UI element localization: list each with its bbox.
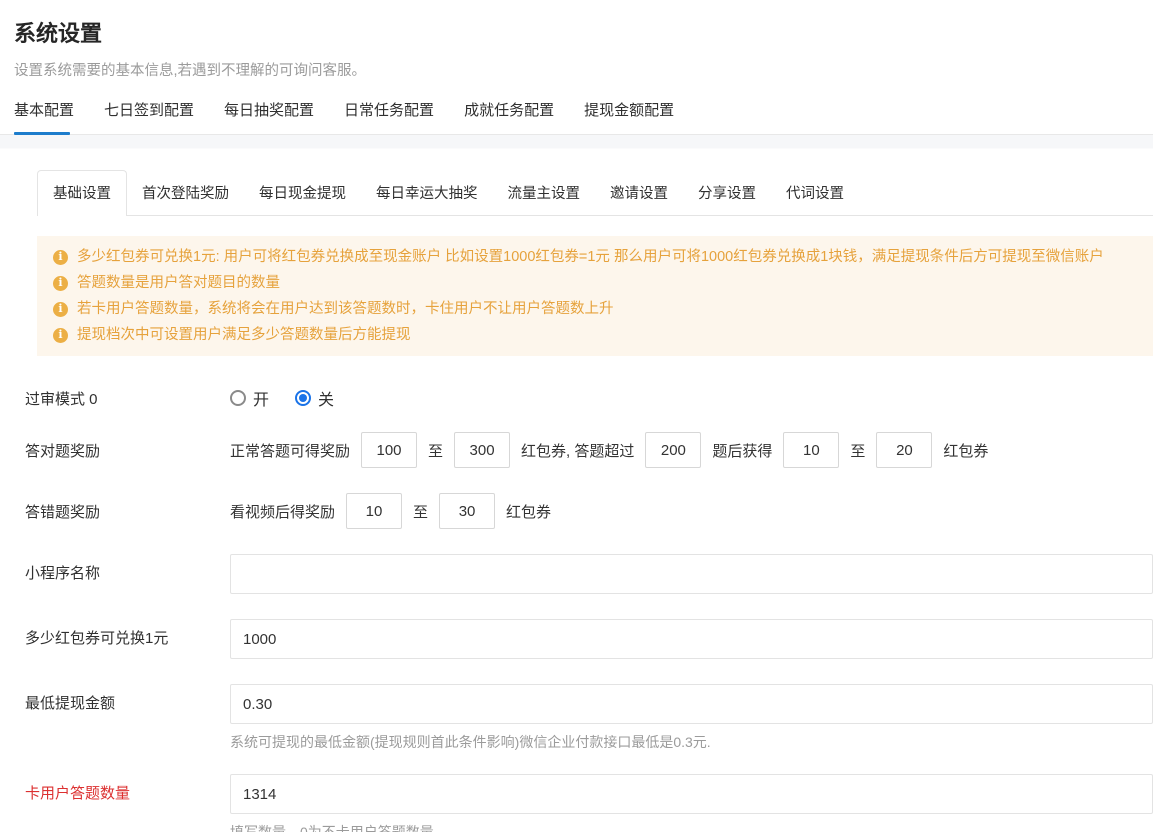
sub-tab-keyword-settings[interactable]: 代词设置 — [771, 171, 859, 215]
wrong-reward-max-input[interactable] — [439, 493, 495, 529]
form-row-min-withdraw: 最低提现金额 系统可提现的最低金额(提现规则首此条件影响)微信企业付款接口最低是… — [25, 684, 1153, 752]
sub-tab-bar: 基础设置 首次登陆奖励 每日现金提现 每日幸运大抽奖 流量主设置 邀请设置 分享… — [37, 170, 1153, 216]
info-icon: i — [53, 250, 68, 265]
form-row-correct-reward: 答对题奖励 正常答题可得奖励 至 红包券, 答题超过 题后获得 至 红包券 — [25, 432, 1153, 468]
correct-reward-prefix: 正常答题可得奖励 — [230, 440, 350, 461]
sub-tab-traffic-settings[interactable]: 流量主设置 — [493, 171, 596, 215]
top-tab-seven-day-signin[interactable]: 七日签到配置 — [104, 99, 194, 134]
top-tab-daily-lottery[interactable]: 每日抽奖配置 — [224, 99, 314, 134]
notice-text: 提现档次中可设置用户满足多少答题数量后方能提现 — [77, 322, 411, 348]
form-row-mini-program-name: 小程序名称 — [25, 554, 1153, 594]
coupon-per-yuan-label: 多少红包券可兑换1元 — [25, 619, 230, 648]
info-icon: i — [53, 328, 68, 343]
form-row-audit-mode: 过审模式 0 开 关 — [25, 380, 1153, 410]
block-count-input[interactable] — [230, 774, 1153, 814]
notice-line: i 答题数量是用户答对题目的数量 — [53, 270, 1135, 296]
correct-reward-mid-text: 红包券, 答题超过 — [521, 440, 634, 461]
top-tab-bar: 基本配置 七日签到配置 每日抽奖配置 日常任务配置 成就任务配置 提现金额配置 — [0, 99, 1153, 135]
mini-program-name-input[interactable] — [230, 554, 1153, 594]
settings-form: 过审模式 0 开 关 答对题奖励 正常答题可得奖励 至 红包券, 答题超过 — [0, 380, 1153, 832]
min-withdraw-input[interactable] — [230, 684, 1153, 724]
sub-tab-basic-settings[interactable]: 基础设置 — [37, 170, 127, 216]
notice-text: 若卡用户答题数量，系统将会在用户达到该答题数时，卡住用户不让用户答题数上升 — [77, 296, 614, 322]
audit-mode-radio-off[interactable]: 关 — [295, 386, 334, 410]
notice-line: i 多少红包券可兑换1元: 用户可将红包券兑换成至现金账户 比如设置1000红包… — [53, 244, 1135, 270]
block-count-help: 填写数量，0为不卡用户答题数量 — [230, 822, 1153, 832]
correct-reward-label: 答对题奖励 — [25, 432, 230, 461]
top-tab-daily-task[interactable]: 日常任务配置 — [344, 99, 434, 134]
notice-line: i 提现档次中可设置用户满足多少答题数量后方能提现 — [53, 322, 1135, 348]
wrong-reward-suffix: 红包券 — [506, 501, 551, 522]
correct-reward-mid2-text: 题后获得 — [712, 440, 772, 461]
min-withdraw-help: 系统可提现的最低金额(提现规则首此条件影响)微信企业付款接口最低是0.3元. — [230, 732, 1153, 752]
correct-reward-suffix: 红包券 — [943, 440, 988, 461]
section-divider-strip — [0, 135, 1153, 149]
top-tab-withdraw-amount[interactable]: 提现金额配置 — [584, 99, 674, 134]
info-icon: i — [53, 302, 68, 317]
sub-tab-daily-cash-withdraw[interactable]: 每日现金提现 — [244, 171, 361, 215]
range-to-text: 至 — [428, 440, 443, 461]
sub-tab-invite-settings[interactable]: 邀请设置 — [595, 171, 683, 215]
correct-reward-max-input[interactable] — [454, 432, 510, 468]
radio-checked-icon — [295, 390, 311, 406]
wrong-reward-min-input[interactable] — [346, 493, 402, 529]
form-row-wrong-reward: 答错题奖励 看视频后得奖励 至 红包券 — [25, 493, 1153, 529]
sub-tab-first-login-reward[interactable]: 首次登陆奖励 — [127, 171, 244, 215]
radio-on-label: 开 — [253, 386, 269, 410]
info-icon: i — [53, 276, 68, 291]
sub-tab-daily-lucky-draw[interactable]: 每日幸运大抽奖 — [361, 171, 493, 215]
radio-off-label: 关 — [318, 386, 334, 410]
notice-text: 答题数量是用户答对题目的数量 — [77, 270, 280, 296]
audit-mode-radio-on[interactable]: 开 — [230, 386, 269, 410]
coupon-per-yuan-input[interactable] — [230, 619, 1153, 659]
top-tab-achievement-task[interactable]: 成就任务配置 — [464, 99, 554, 134]
range-to-text: 至 — [413, 501, 428, 522]
mini-program-name-label: 小程序名称 — [25, 554, 230, 583]
correct-reward-threshold-input[interactable] — [645, 432, 701, 468]
notice-text: 多少红包券可兑换1元: 用户可将红包券兑换成至现金账户 比如设置1000红包券=… — [77, 244, 1104, 270]
page-subtitle: 设置系统需要的基本信息,若遇到不理解的可询问客服。 — [14, 59, 1139, 80]
top-tab-basic-config[interactable]: 基本配置 — [14, 99, 74, 134]
form-row-coupon-per-yuan: 多少红包券可兑换1元 — [25, 619, 1153, 659]
sub-tab-share-settings[interactable]: 分享设置 — [683, 171, 771, 215]
correct-reward-min-input[interactable] — [361, 432, 417, 468]
notice-box: i 多少红包券可兑换1元: 用户可将红包券兑换成至现金账户 比如设置1000红包… — [37, 236, 1153, 356]
range-to-text: 至 — [850, 440, 865, 461]
wrong-reward-label: 答错题奖励 — [25, 493, 230, 522]
block-count-label: 卡用户答题数量 — [25, 774, 230, 803]
audit-mode-radio-group: 开 关 — [230, 380, 334, 410]
min-withdraw-label: 最低提现金额 — [25, 684, 230, 713]
correct-reward-bonus-min-input[interactable] — [783, 432, 839, 468]
correct-reward-bonus-max-input[interactable] — [876, 432, 932, 468]
wrong-reward-prefix: 看视频后得奖励 — [230, 501, 335, 522]
radio-unchecked-icon — [230, 390, 246, 406]
audit-mode-label: 过审模式 0 — [25, 380, 230, 409]
notice-line: i 若卡用户答题数量，系统将会在用户达到该答题数时，卡住用户不让用户答题数上升 — [53, 296, 1135, 322]
form-row-block-count: 卡用户答题数量 填写数量，0为不卡用户答题数量 — [25, 774, 1153, 832]
page-header: 系统设置 设置系统需要的基本信息,若遇到不理解的可询问客服。 — [0, 0, 1153, 80]
page-title: 系统设置 — [14, 16, 1139, 48]
